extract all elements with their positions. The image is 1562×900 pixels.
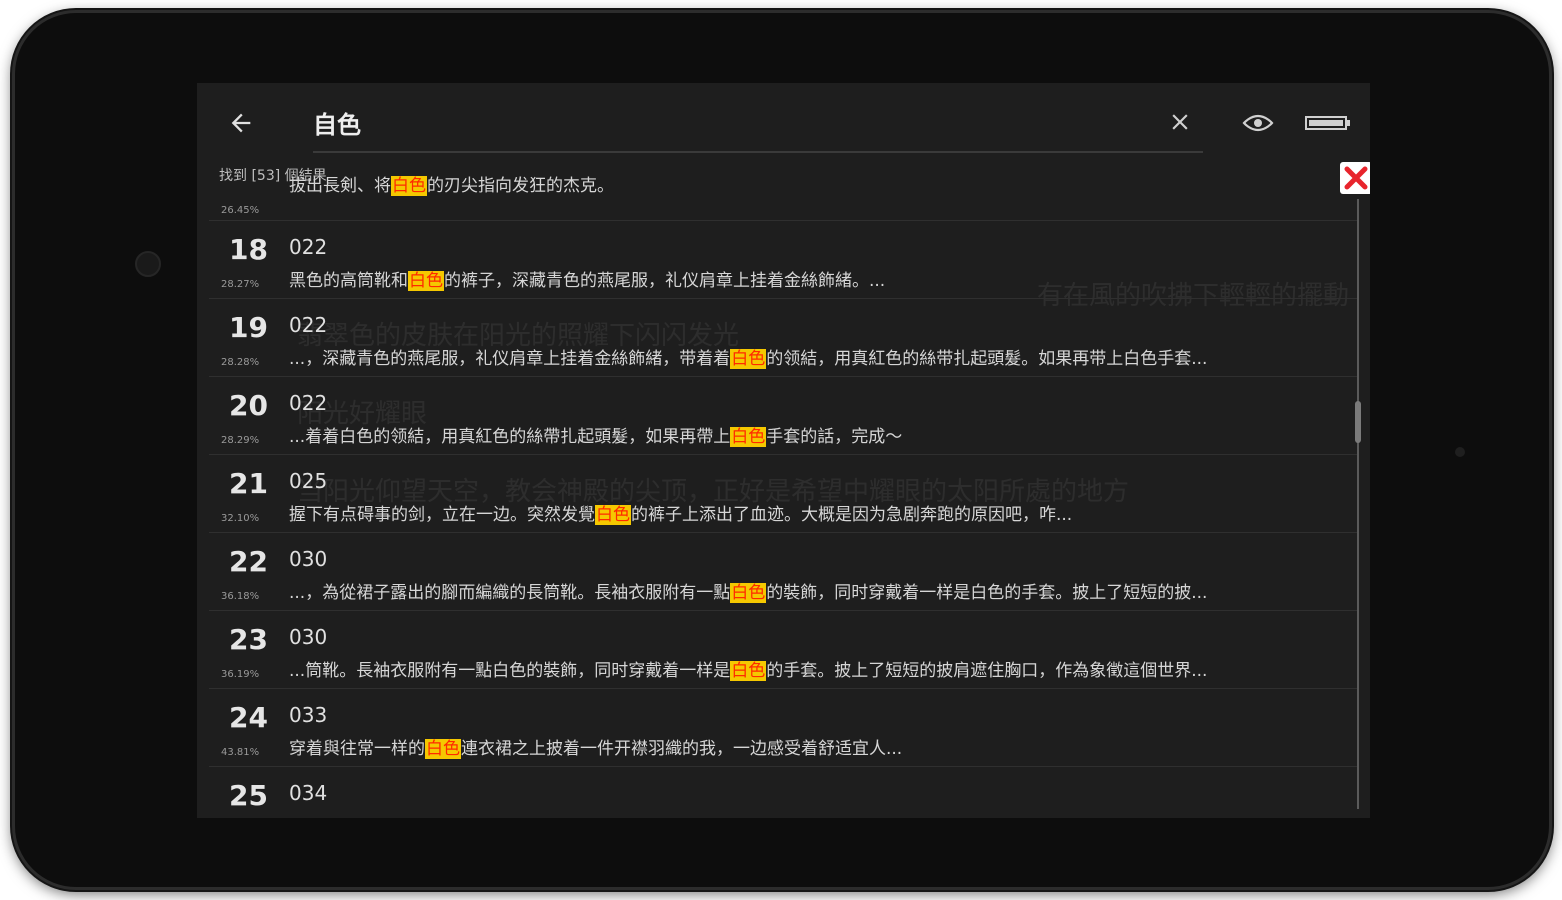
- progress-percent: 28.29%: [221, 435, 260, 446]
- result-snippet: ...着着白色的领結，用真紅色的絲帶扎起頭髮，如果再帶上白色手套的話，完成～: [289, 427, 903, 447]
- chapter-number: 022: [289, 313, 328, 337]
- close-icon[interactable]: [1167, 109, 1193, 135]
- result-snippet: 黑色的高筒靴和白色的裤子，深藏青色的燕尾服，礼仪肩章上挂着金絲飾緒。...: [289, 271, 886, 291]
- progress-percent: 32.10%: [221, 513, 260, 524]
- chapter-number: 030: [289, 547, 328, 571]
- results-list: 26.45% 拔出長剣、将白色的刃尖指向发狂的杰克。 18 28.27% 022…: [209, 176, 1357, 818]
- eye-icon[interactable]: [1241, 111, 1275, 135]
- progress-percent: 26.45%: [221, 205, 260, 216]
- chapter-number: 025: [289, 469, 328, 493]
- result-number: 23: [229, 623, 268, 656]
- toolbar: 自色: [197, 83, 1370, 161]
- list-item[interactable]: 20 28.29% 022 ...着着白色的领結，用真紅色的絲帶扎起頭髮，如果再…: [209, 377, 1357, 455]
- scrollbar-track[interactable]: [1357, 199, 1359, 809]
- arrow-left-icon[interactable]: [227, 109, 255, 137]
- front-camera: [135, 251, 161, 277]
- search-highlight: 白色: [730, 661, 767, 681]
- search-highlight: 白色: [730, 427, 767, 447]
- result-number: 22: [229, 545, 268, 578]
- result-number: 20: [229, 389, 268, 422]
- list-item[interactable]: 25 034: [209, 767, 1357, 818]
- search-highlight: 白色: [391, 176, 427, 196]
- search-highlight: 白色: [408, 271, 444, 291]
- result-number: 21: [229, 467, 268, 500]
- battery-icon: [1305, 116, 1350, 130]
- chapter-number: 034: [289, 781, 328, 805]
- list-item[interactable]: 21 32.10% 025 握下有点碍事的剑，立在一边。突然发覺白色的裤子上添出…: [209, 455, 1357, 533]
- search-highlight: 白色: [730, 349, 767, 369]
- search-highlight: 白色: [425, 739, 461, 759]
- chapter-number: 022: [289, 235, 328, 259]
- result-snippet: ...，深藏青色的燕尾服，礼仪肩章上挂着金絲飾緒，带着着白色的领結，用真紅色的絲…: [289, 349, 1208, 369]
- progress-percent: 36.19%: [221, 669, 260, 680]
- result-snippet: ...，為從裙子露出的腳而編織的長筒靴。長袖衣服附有一點白色的裝飾，同时穿戴着一…: [289, 583, 1208, 603]
- result-snippet: ...筒靴。長袖衣服附有一點白色的裝飾，同时穿戴着一样是白色的手套。披上了短短的…: [289, 661, 1208, 681]
- scrollbar-thumb[interactable]: [1355, 401, 1361, 443]
- search-underline: [313, 151, 1203, 153]
- progress-percent: 28.27%: [221, 279, 260, 290]
- result-number: 24: [229, 701, 268, 734]
- app-screen: 有在風的吹拂下輕輕的擺動 翡翠色的皮肤在阳光的照耀下闪闪发光 阳光好耀眼 当阳光…: [197, 83, 1370, 818]
- result-snippet: 拔出長剣、将白色的刃尖指向发狂的杰克。: [289, 176, 614, 196]
- chapter-number: 022: [289, 391, 328, 415]
- result-number: 25: [229, 779, 268, 812]
- result-number: 18: [229, 233, 268, 266]
- result-snippet: 穿着與往常一样的白色連衣裙之上披着一件开襟羽織的我，一边感受着舒适宜人...: [289, 739, 903, 759]
- proximity-sensor: [1455, 447, 1465, 457]
- list-item[interactable]: 19 28.28% 022 ...，深藏青色的燕尾服，礼仪肩章上挂着金絲飾緒，带…: [209, 299, 1357, 377]
- progress-percent: 28.28%: [221, 357, 260, 368]
- search-query[interactable]: 自色: [313, 105, 361, 140]
- result-number: 19: [229, 311, 268, 344]
- list-item[interactable]: 26.45% 拔出長剣、将白色的刃尖指向发狂的杰克。: [209, 161, 1357, 221]
- search-highlight: 白色: [595, 505, 631, 525]
- list-item[interactable]: 24 43.81% 033 穿着與往常一样的白色連衣裙之上披着一件开襟羽織的我，…: [209, 689, 1357, 767]
- result-snippet: 握下有点碍事的剑，立在一边。突然发覺白色的裤子上添出了血迹。大概是因为急剧奔跑的…: [289, 505, 1073, 525]
- list-item[interactable]: 22 36.18% 030 ...，為從裙子露出的腳而編織的長筒靴。長袖衣服附有…: [209, 533, 1357, 611]
- progress-percent: 36.18%: [221, 591, 260, 602]
- list-item[interactable]: 23 36.19% 030 ...筒靴。長袖衣服附有一點白色的裝飾，同时穿戴着一…: [209, 611, 1357, 689]
- list-item[interactable]: 18 28.27% 022 黑色的高筒靴和白色的裤子，深藏青色的燕尾服，礼仪肩章…: [209, 221, 1357, 299]
- chapter-number: 033: [289, 703, 328, 727]
- chapter-number: 030: [289, 625, 328, 649]
- search-highlight: 白色: [730, 583, 767, 603]
- progress-percent: 43.81%: [221, 747, 260, 758]
